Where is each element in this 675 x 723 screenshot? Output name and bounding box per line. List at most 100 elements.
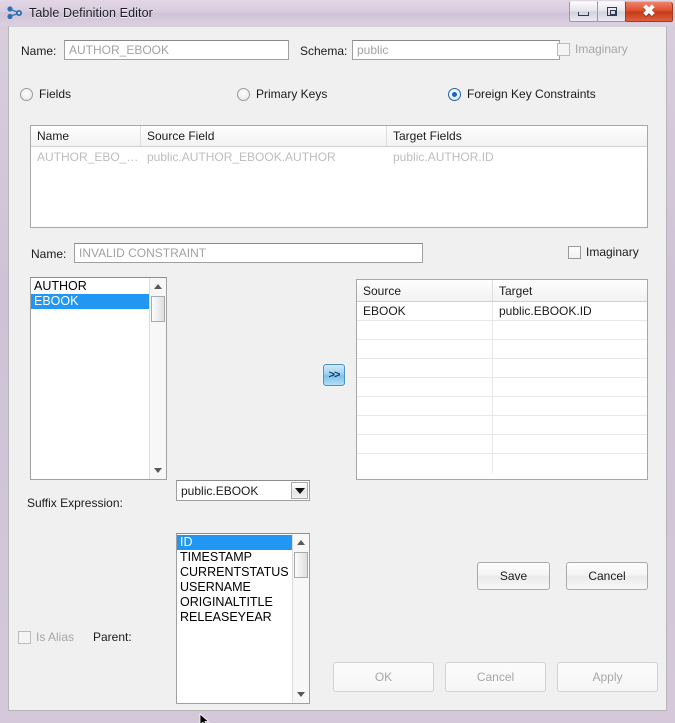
cancel-detail-button-label: Cancel xyxy=(588,569,626,583)
dialog-client-area: Name: AUTHOR_EBOOK Schema: public Imagin… xyxy=(8,26,667,711)
table-row[interactable]: AUTHOR_EBO_T... public.AUTHOR_EBOOK.AUTH… xyxy=(31,147,647,167)
radio-primary-keys-label: Primary Keys xyxy=(256,87,328,101)
table-row[interactable] xyxy=(357,454,647,473)
is-alias-label: Is Alias xyxy=(36,630,75,644)
imaginary-label-constraint: Imaginary xyxy=(586,245,639,259)
list-item[interactable]: AUTHOR xyxy=(31,279,149,294)
table-row[interactable]: EBOOK public.EBOOK.ID xyxy=(357,302,647,321)
list-item[interactable]: EBOOK xyxy=(31,294,149,309)
radio-primary-keys[interactable]: Primary Keys xyxy=(237,87,327,101)
window-title: Table Definition Editor xyxy=(29,6,153,20)
close-icon: ✖ xyxy=(642,2,656,20)
cell-source xyxy=(357,340,493,358)
scroll-up-icon[interactable] xyxy=(293,534,309,551)
constraints-col-source-field: Source Field xyxy=(141,126,387,146)
mapping-col-target: Target xyxy=(499,284,533,298)
radio-foreign-key-constraints-label: Foreign Key Constraints xyxy=(467,87,596,101)
cell-target-fields: public.AUTHOR.ID xyxy=(393,150,494,164)
cell-source xyxy=(357,435,493,453)
mapping-grid-body: EBOOK public.EBOOK.ID xyxy=(357,302,647,473)
table-row[interactable] xyxy=(357,359,647,378)
scroll-down-icon[interactable] xyxy=(150,462,166,479)
table-row[interactable] xyxy=(357,416,647,435)
cell-source-field: public.AUTHOR_EBOOK.AUTHOR xyxy=(147,150,336,164)
list-item[interactable]: ID xyxy=(177,535,292,550)
radio-fields-dot xyxy=(20,87,33,101)
cell-target xyxy=(493,397,647,415)
mapping-col-source: Source xyxy=(357,280,493,301)
imaginary-checkbox-box-constraint[interactable] xyxy=(568,245,581,259)
radio-primary-keys-dot xyxy=(237,87,250,101)
cell-source xyxy=(357,454,493,473)
ok-button[interactable]: OK xyxy=(333,662,434,692)
schema-input[interactable]: public xyxy=(352,40,560,60)
list-item[interactable]: TIMESTAMP xyxy=(177,550,292,565)
table-row[interactable] xyxy=(357,397,647,416)
mouse-cursor xyxy=(199,713,211,723)
radio-fields-label: Fields xyxy=(39,87,72,101)
apply-button-label: Apply xyxy=(592,670,623,684)
is-alias-checkbox: Is Alias xyxy=(18,630,74,644)
minimize-button[interactable] xyxy=(569,1,598,22)
constraints-table-body: AUTHOR_EBO_T... public.AUTHOR_EBOOK.AUTH… xyxy=(31,147,647,167)
list-item[interactable]: RELEASEYEAR xyxy=(177,610,292,625)
schema-label: Schema: xyxy=(300,44,348,58)
cell-source xyxy=(357,378,493,396)
maximize-button[interactable] xyxy=(597,1,626,22)
fields-list-items: ID TIMESTAMP CURRENTSTATUS USERNAME ORIG… xyxy=(177,534,292,703)
fields-list-scrollbar[interactable] xyxy=(292,534,309,703)
fields-list[interactable]: ID TIMESTAMP CURRENTSTATUS USERNAME ORIG… xyxy=(176,533,310,704)
save-button[interactable]: Save xyxy=(477,562,550,590)
cell-source xyxy=(357,416,493,434)
table-name-input[interactable]: AUTHOR_EBOOK xyxy=(64,40,289,60)
cancel-detail-button[interactable]: Cancel xyxy=(566,562,648,590)
cell-target xyxy=(493,340,647,358)
add-mapping-button[interactable]: >> xyxy=(323,364,345,386)
add-mapping-button-label: >> xyxy=(328,369,341,381)
constraint-name-label: Name: xyxy=(31,247,67,261)
list-item[interactable]: CURRENTSTATUS xyxy=(177,565,292,580)
suffix-expression-label: Suffix Expression: xyxy=(27,496,123,510)
scrollbar-thumb[interactable] xyxy=(151,296,165,322)
table-row[interactable] xyxy=(357,435,647,454)
radio-fields[interactable]: Fields xyxy=(20,87,71,101)
imaginary-checkbox-top: Imaginary xyxy=(557,42,628,56)
target-table-combo[interactable]: public.EBOOK xyxy=(176,480,310,501)
list-item[interactable]: USERNAME xyxy=(177,580,292,595)
cell-target xyxy=(493,359,647,377)
table-row[interactable] xyxy=(357,321,647,340)
imaginary-checkbox-box-top xyxy=(557,42,570,56)
mapping-grid-header: Source Target xyxy=(357,280,647,302)
apply-button[interactable]: Apply xyxy=(557,662,658,692)
constraints-table-header: Name Source Field Target Fields xyxy=(31,126,647,147)
scroll-up-icon[interactable] xyxy=(150,278,166,295)
scrollbar-thumb[interactable] xyxy=(294,552,308,578)
cancel-button[interactable]: Cancel xyxy=(445,662,546,692)
tables-list[interactable]: AUTHOR EBOOK xyxy=(30,277,167,480)
scroll-down-icon[interactable] xyxy=(293,686,309,703)
mapping-grid[interactable]: Source Target EBOOK public.EBOOK.ID xyxy=(356,279,648,480)
list-item[interactable]: ORIGINALTITLE xyxy=(177,595,292,610)
cell-target xyxy=(493,435,647,453)
minimize-icon xyxy=(578,11,589,16)
imaginary-label-top: Imaginary xyxy=(575,42,628,56)
chevron-down-icon[interactable] xyxy=(291,482,308,499)
tables-list-scrollbar[interactable] xyxy=(149,278,166,479)
tables-list-items: AUTHOR EBOOK xyxy=(31,278,149,479)
radio-foreign-key-constraints[interactable]: Foreign Key Constraints xyxy=(448,87,596,101)
cell-target xyxy=(493,416,647,434)
table-row[interactable] xyxy=(357,340,647,359)
window-controls: ✖ xyxy=(569,1,673,23)
cell-target xyxy=(493,454,647,473)
cell-target xyxy=(493,321,647,339)
constraint-name-input[interactable]: INVALID CONSTRAINT xyxy=(74,243,423,263)
table-name-label: Name: xyxy=(21,44,57,58)
table-row[interactable] xyxy=(357,378,647,397)
cell-source xyxy=(357,397,493,415)
constraints-table[interactable]: Name Source Field Target Fields AUTHOR_E… xyxy=(30,125,648,228)
close-button[interactable]: ✖ xyxy=(625,1,673,22)
cell-source xyxy=(357,359,493,377)
constraints-col-name: Name xyxy=(31,126,141,146)
imaginary-checkbox-constraint[interactable]: Imaginary xyxy=(568,245,639,259)
title-bar[interactable]: Table Definition Editor ✖ xyxy=(0,0,675,26)
